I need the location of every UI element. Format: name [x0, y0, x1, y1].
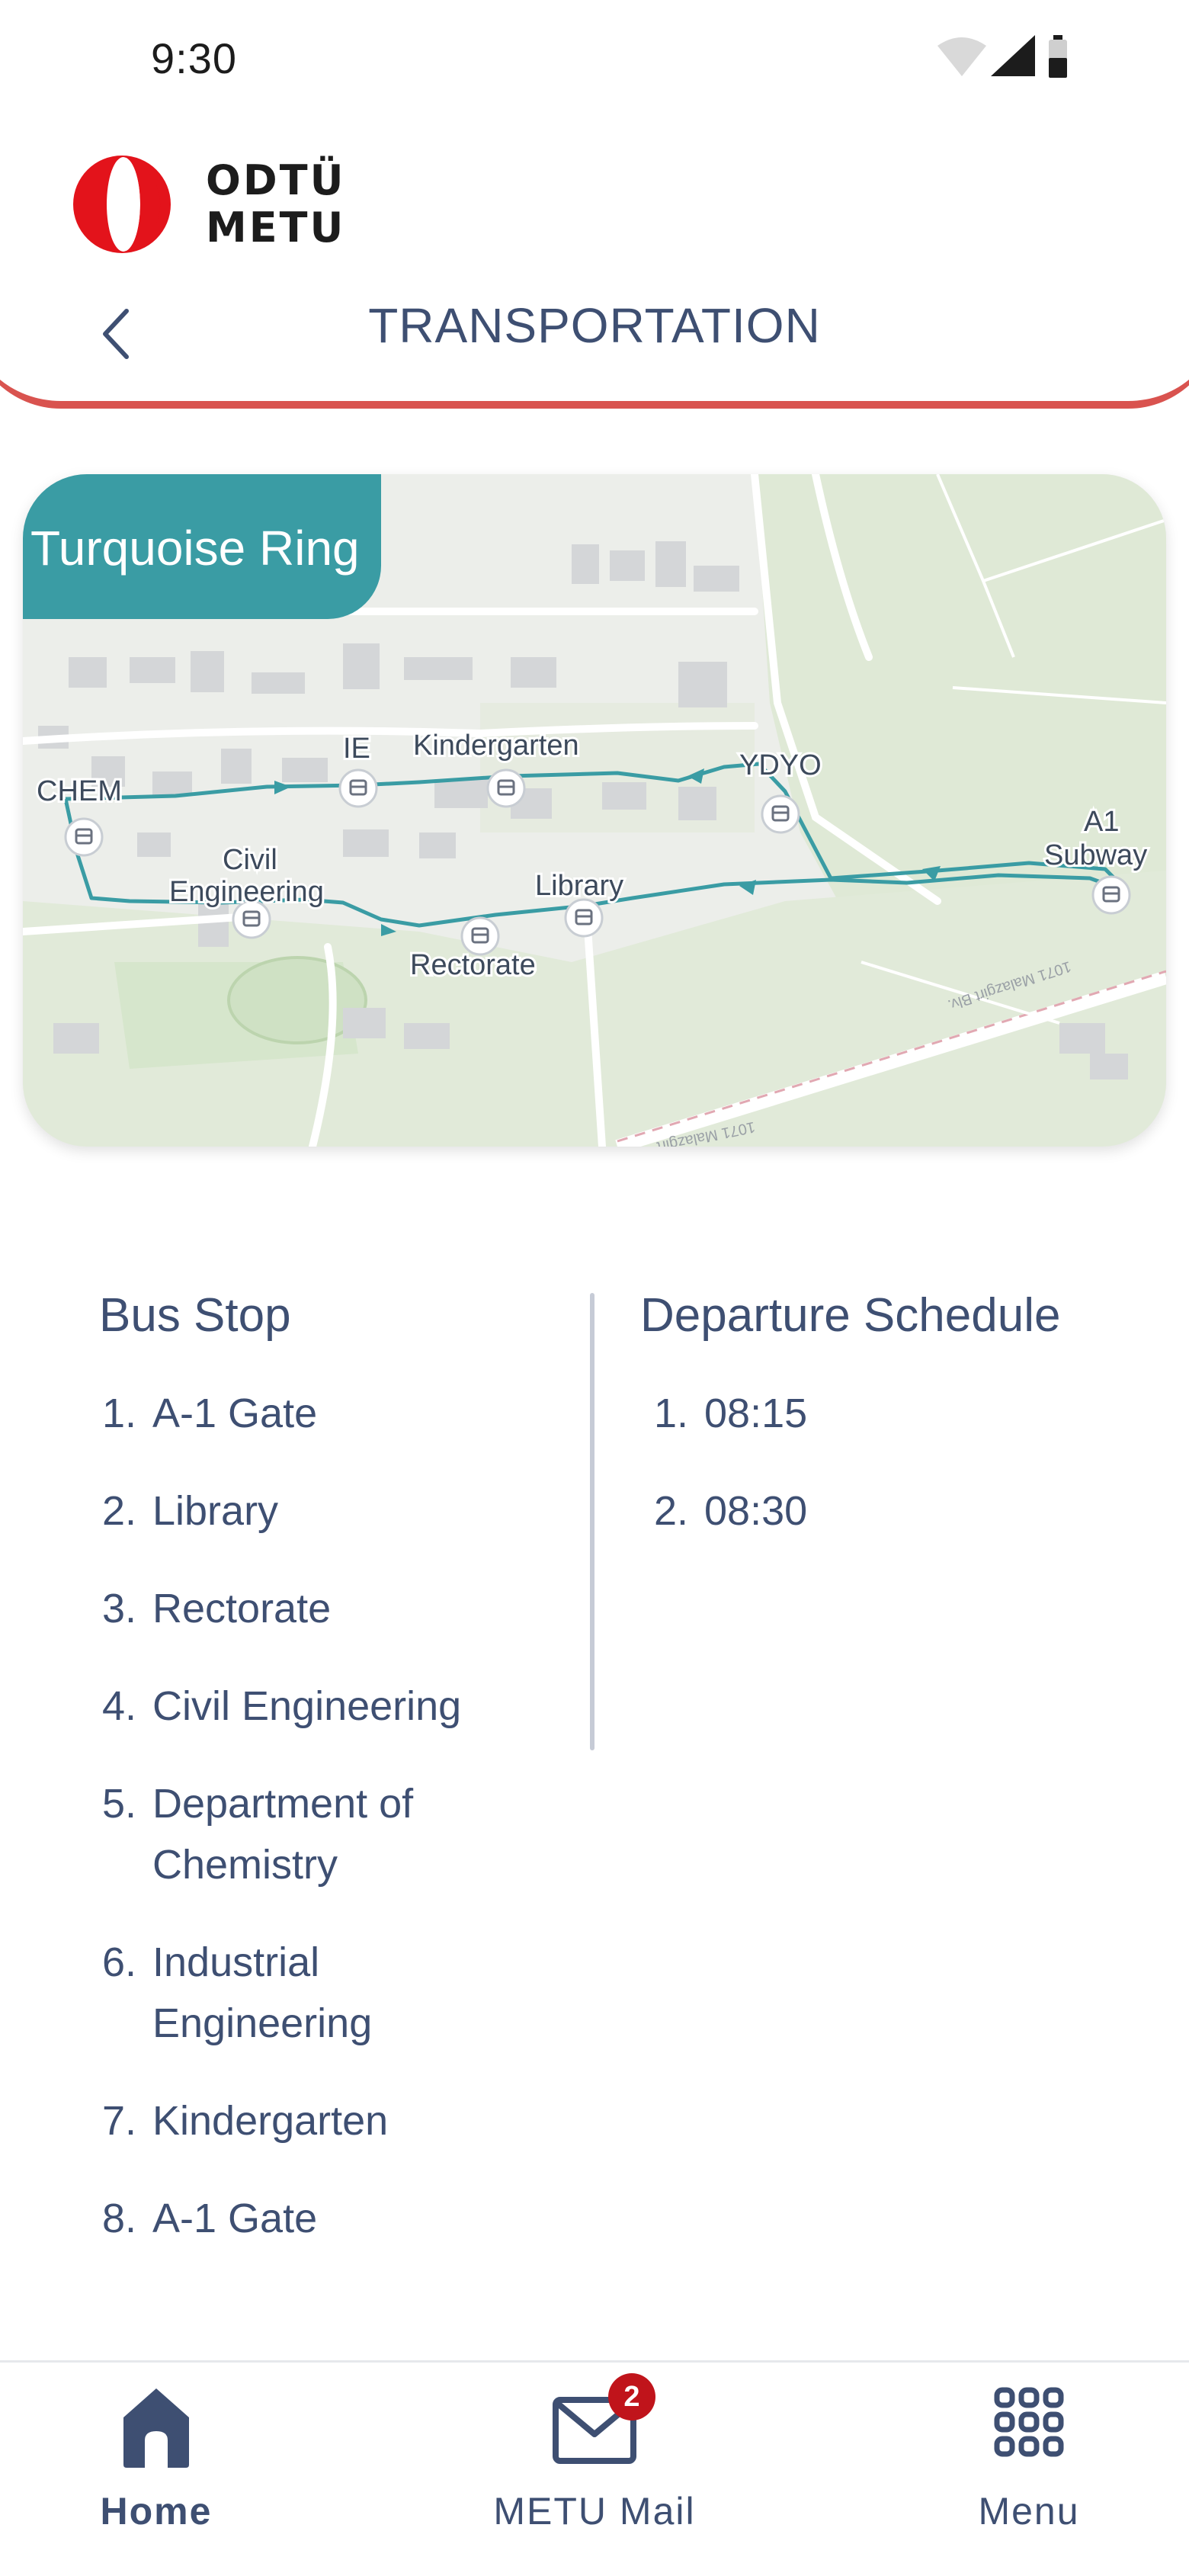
- wifi-icon: [937, 37, 986, 76]
- bottom-nav: Home 2 METU Mail Menu: [0, 2360, 1189, 2576]
- map-label-ydyo: YDYO: [739, 749, 822, 781]
- map-label-rectorate: Rectorate: [410, 949, 536, 981]
- route-name-badge: Turquoise Ring: [23, 474, 381, 619]
- map-label-engineering: Engineering: [169, 876, 324, 908]
- metu-logo: ODTÜ METU: [61, 152, 343, 256]
- schedule-header: Departure Schedule: [640, 1289, 1061, 1342]
- logo-line-metu: METU: [206, 204, 346, 252]
- cellular-signal-icon: [991, 35, 1035, 76]
- map-label-a1: A1: [1084, 806, 1119, 838]
- home-icon: [123, 2388, 189, 2468]
- map-label-subway: Subway: [1044, 839, 1147, 871]
- status-bar: 9:30: [0, 0, 1189, 122]
- route-map[interactable]: CHEM IE Kindergarten YDYO Civil Engineer…: [23, 474, 1166, 1147]
- logo-line-odtu: ODTÜ: [206, 156, 346, 204]
- nav-menu-label: Menu: [978, 2490, 1080, 2533]
- map-label-ie: IE: [343, 733, 370, 765]
- map-label-chem: CHEM: [37, 775, 122, 807]
- nav-menu[interactable]: Menu: [930, 2363, 1128, 2546]
- metu-logo-mark: [73, 156, 171, 253]
- bus-stop-header: Bus Stop: [99, 1289, 291, 1342]
- status-icons: [937, 35, 1067, 78]
- grid-menu-icon: [994, 2387, 1064, 2457]
- column-divider: [590, 1293, 594, 1750]
- map-label-civil: Civil: [223, 844, 277, 876]
- battery-icon: [1049, 35, 1067, 78]
- logo-text: ODTÜ METU: [206, 157, 345, 252]
- nav-mail[interactable]: 2 METU Mail: [473, 2363, 716, 2546]
- page-title: TRANSPORTATION: [368, 298, 821, 353]
- nav-home-label: Home: [100, 2490, 213, 2533]
- mail-unread-badge: 2: [608, 2373, 655, 2420]
- nav-mail-label: METU Mail: [493, 2490, 696, 2533]
- map-label-library: Library: [535, 870, 623, 902]
- map-label-kindergarten: Kindergarten: [413, 730, 579, 762]
- nav-home[interactable]: Home: [61, 2363, 252, 2546]
- route-name: Turquoise Ring: [30, 521, 360, 576]
- status-time: 9:30: [151, 34, 237, 82]
